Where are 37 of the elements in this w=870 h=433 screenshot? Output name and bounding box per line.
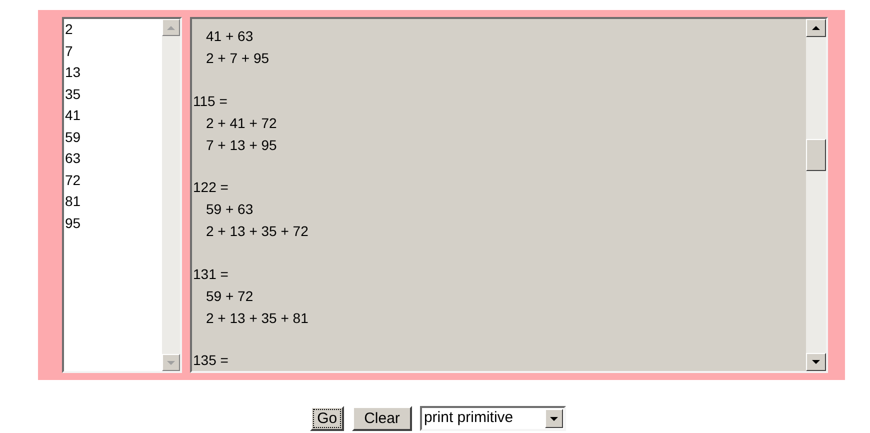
scrollbar[interactable]	[806, 19, 826, 371]
up-arrow-icon	[167, 26, 175, 30]
sum-line: 7 + 13 + 95	[206, 136, 277, 154]
sum-total: 131 =	[193, 264, 228, 284]
list-item: 59	[65, 128, 81, 146]
mode-select[interactable]: print primitive	[420, 406, 566, 431]
scroll-down-button[interactable]	[806, 353, 826, 371]
list-item: 81	[65, 192, 81, 211]
down-arrow-icon	[812, 360, 820, 364]
action-button[interactable]: Go	[310, 406, 344, 431]
number-list-field[interactable]: 2 7 13 35 41 59 63 72 81 95	[62, 17, 182, 373]
sum-total: 115 =	[193, 92, 228, 110]
sum-line: 41 + 63	[206, 27, 254, 46]
sum-line: 2 + 13 + 35 + 81	[206, 308, 308, 328]
list-item: 72	[65, 170, 81, 190]
list-item: 41	[65, 106, 81, 125]
list-item: 7	[65, 42, 73, 60]
results-field[interactable]: 41 + 63 2 + 7 + 95 115 = 2 + 41 + 72 7 + 13 + 95 122 = 59 + 63 2 + 13 + 35 + 72 131 = 59 + 72 2 + 13 + 35 + 81 135 =	[190, 17, 828, 373]
down-arrow-icon	[167, 360, 175, 364]
sum-line: 2 + 41 + 72	[206, 114, 277, 132]
sum-total: 122 =	[193, 178, 228, 197]
dropdown-button[interactable]	[544, 409, 563, 428]
sum-line: 2 + 7 + 95	[206, 49, 270, 68]
scroll-thumb[interactable]	[806, 139, 826, 171]
action-button[interactable]: Clear	[352, 406, 412, 431]
list-item: 35	[65, 84, 81, 104]
sum-total: 135 =	[193, 351, 228, 370]
sum-line: 59 + 63	[206, 200, 254, 219]
sum-line: 2 + 13 + 35 + 72	[206, 222, 308, 241]
list-item: 63	[65, 149, 81, 168]
list-item: 2	[65, 20, 73, 39]
scroll-up-button[interactable]	[806, 19, 826, 37]
list-item: 13	[65, 63, 81, 82]
up-arrow-icon	[812, 26, 820, 30]
list-item: 95	[65, 214, 81, 232]
down-arrow-icon	[550, 416, 558, 420]
sum-line: 59 + 72	[206, 286, 254, 306]
